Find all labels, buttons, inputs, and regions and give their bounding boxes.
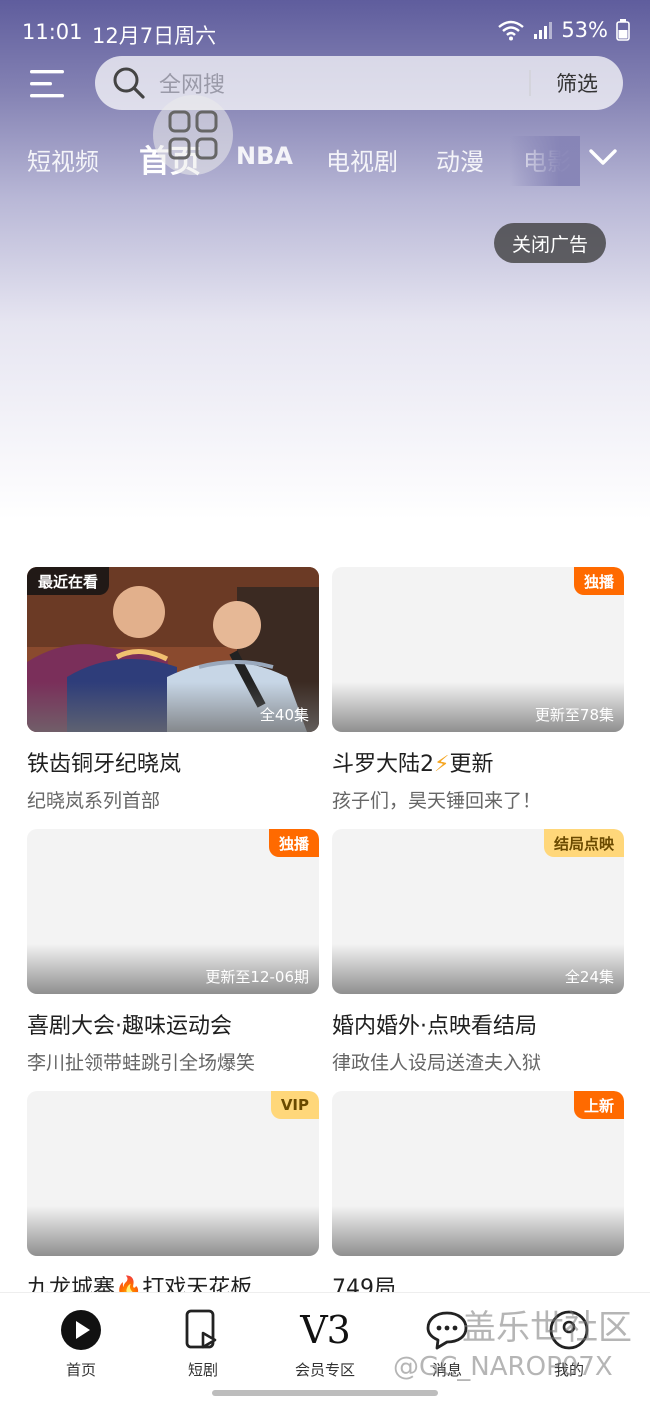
card-subtitle: 律政佳人设局送渣夫入狱 — [332, 1052, 542, 1074]
video-card[interactable]: 独播 更新至12-06期 喜剧大会·趣味运动会 李川扯领带蛙跳引全场爆笑 — [27, 829, 319, 1075]
card-subtitle: 孩子们，昊天锤回来了！ — [332, 790, 542, 812]
watermark-community: 盖乐世社区 — [462, 1308, 632, 1348]
episode-count: 更新至78集 — [534, 706, 614, 724]
home-indicator[interactable] — [212, 1390, 438, 1396]
vip-badge: VIP — [270, 1091, 319, 1119]
episode-count: 更新至12-06期 — [205, 968, 309, 986]
tab-anime[interactable]: 动漫 — [436, 142, 484, 177]
tab-short-video[interactable]: 短视频 — [27, 142, 99, 177]
video-card[interactable]: 独播 更新至78集 斗罗大陆2⚡更新 孩子们，昊天锤回来了！ — [332, 567, 624, 813]
battery-icon — [616, 19, 630, 41]
floating-grid-button[interactable] — [153, 95, 233, 175]
status-indicators: 53% — [497, 18, 630, 42]
chevron-down-icon[interactable] — [586, 140, 620, 174]
card-title-suffix: 更新 — [449, 752, 494, 777]
search-input[interactable]: 全网搜 — [159, 67, 529, 99]
video-thumbnail[interactable]: 最近在看 全40集 — [27, 567, 319, 732]
nav-home[interactable]: 首页 — [26, 1307, 136, 1380]
grid-icon — [168, 110, 218, 160]
nav-vip-zone[interactable]: V3 会员专区 — [270, 1307, 380, 1380]
close-ad-button[interactable]: 关闭广告 — [494, 223, 606, 263]
episode-count: 全40集 — [259, 706, 309, 724]
tab-nba[interactable]: NBA — [236, 142, 293, 170]
category-tabs: 短视频 首页 NBA 电视剧 动漫 电影 — [0, 136, 650, 186]
status-date: 12月7日周六 — [92, 24, 217, 48]
video-thumbnail[interactable]: 上新 — [332, 1091, 624, 1256]
card-subtitle: 纪晓岚系列首部 — [27, 790, 161, 812]
card-title: 婚内婚外·点映看结局 — [332, 1014, 537, 1039]
new-badge: 上新 — [573, 1091, 624, 1119]
status-time: 11:01 — [22, 20, 83, 44]
exclusive-badge: 独播 — [268, 829, 319, 857]
card-title: 铁齿铜牙纪晓岚 — [27, 752, 182, 777]
tab-tv-series[interactable]: 电视剧 — [326, 142, 398, 177]
play-circle-icon — [61, 1310, 101, 1350]
video-card[interactable]: 上新 749局 — [332, 1091, 624, 1302]
signal-icon — [534, 22, 553, 39]
wifi-icon — [498, 20, 525, 41]
video-thumbnail[interactable]: VIP — [27, 1091, 319, 1256]
lightning-icon: ⚡ — [434, 752, 450, 777]
menu-icon[interactable] — [28, 68, 68, 100]
thumbnail-gradient — [332, 1206, 624, 1256]
nav-short-drama[interactable]: 短剧 — [148, 1307, 258, 1380]
episode-count: 全24集 — [564, 968, 614, 986]
short-drama-icon — [185, 1309, 217, 1349]
exclusive-badge: 独播 — [573, 567, 624, 595]
status-bar: 11:01 12月7日周六 53% — [0, 0, 650, 64]
card-title: 斗罗大陆2⚡更新 — [332, 746, 624, 778]
recently-watched-badge: 最近在看 — [27, 567, 110, 595]
finale-preview-badge: 结局点映 — [543, 829, 624, 857]
video-thumbnail[interactable]: 独播 更新至12-06期 — [27, 829, 319, 994]
filter-button[interactable]: 筛选 — [531, 68, 623, 98]
battery-percent: 53% — [561, 18, 608, 42]
card-subtitle: 李川扯领带蛙跳引全场爆笑 — [27, 1052, 256, 1074]
video-card[interactable]: VIP 九龙城寨🔥打戏天花板 — [27, 1091, 319, 1302]
nav-label: 首页 — [65, 1361, 96, 1379]
video-thumbnail[interactable]: 结局点映 全24集 — [332, 829, 624, 994]
tab-fade — [510, 136, 580, 186]
vip-v3-icon: V3 — [300, 1308, 351, 1352]
video-card[interactable]: 最近在看 全40集 铁齿铜牙纪晓岚 纪晓岚系列首部 — [27, 567, 319, 813]
video-thumbnail[interactable]: 独播 更新至78集 — [332, 567, 624, 732]
watermark-handle: @GC_NAROP07X — [393, 1352, 613, 1382]
card-title-text: 斗罗大陆2 — [332, 752, 434, 777]
nav-label: 会员专区 — [294, 1361, 355, 1379]
search-icon — [113, 67, 145, 99]
thumbnail-gradient — [27, 1206, 319, 1256]
video-card[interactable]: 结局点映 全24集 婚内婚外·点映看结局 律政佳人设局送渣夫入狱 — [332, 829, 624, 1075]
card-title: 喜剧大会·趣味运动会 — [27, 1014, 232, 1039]
nav-label: 短剧 — [187, 1361, 218, 1379]
